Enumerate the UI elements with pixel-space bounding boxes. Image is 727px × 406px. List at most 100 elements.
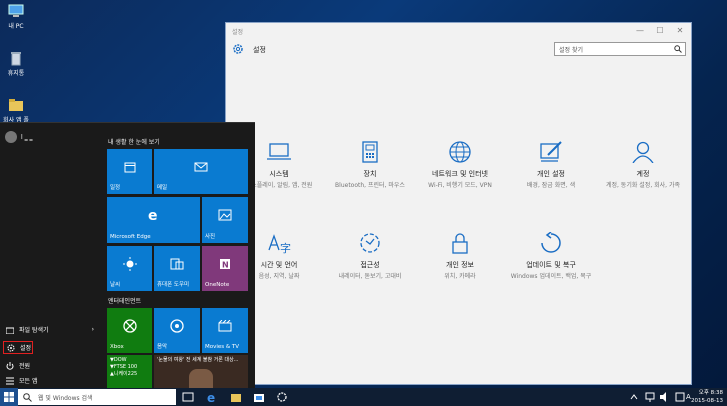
start-power[interactable]: 전원 <box>3 359 98 372</box>
tile-calendar[interactable]: 일정 <box>107 149 152 194</box>
gear-icon <box>233 44 243 54</box>
phone-icon <box>170 258 184 270</box>
computer-icon <box>7 3 25 19</box>
tile-phone-companion[interactable]: 휴대폰 도우미 <box>154 246 200 291</box>
search-placeholder: 설정 찾기 <box>559 47 583 54</box>
taskbar-search-input[interactable]: 웹 및 Windows 검색 <box>18 389 176 405</box>
window-title: 설정 <box>232 29 244 36</box>
category-desc: 계정, 동기화 설정, 회사, 가족 <box>605 182 681 189</box>
settings-category-accounts[interactable]: 계정 계정, 동기화 설정, 회사, 가족 <box>598 141 688 190</box>
tile-news[interactable]: '눈물의 여왕' 전 세계 불참 거론 대상... <box>154 355 248 389</box>
tile-movies-tv[interactable]: Movies & TV <box>202 308 248 353</box>
svg-text:N: N <box>222 261 229 270</box>
tile-label: OneNote <box>205 282 230 288</box>
start-file-explorer[interactable]: 파일 탐색기 › <box>3 323 98 336</box>
page-title: 설정 <box>253 46 266 54</box>
gear-icon <box>7 344 15 351</box>
category-desc: 내레이터, 돋보기, 고대비 <box>338 273 402 280</box>
network-icon[interactable] <box>644 391 656 403</box>
settings-header: 설정 설정 찾기 <box>226 39 691 69</box>
settings-category-ease-of-access[interactable]: 접근성 내레이터, 돋보기, 고대비 <box>325 232 415 281</box>
settings-category-devices[interactable]: 장치 Bluetooth, 프린터, 마우스 <box>325 141 415 190</box>
stock-item: ▲니케이225 <box>110 371 138 377</box>
desktop-icon-recycle-bin[interactable]: 휴지통 <box>2 50 30 77</box>
film-icon <box>218 320 232 332</box>
svg-text:e: e <box>148 208 158 222</box>
start-item-label: 모든 앱 <box>19 378 38 385</box>
task-view-icon[interactable] <box>182 391 194 403</box>
tile-onenote[interactable]: N OneNote <box>202 246 248 291</box>
chevron-up-icon[interactable] <box>628 391 640 403</box>
desktop-icon-label: 휴지통 <box>7 70 25 77</box>
news-photo <box>189 369 213 389</box>
tile-money[interactable]: ▼DOW ▼FTSE 100 ▲니케이225 <box>107 355 152 389</box>
keyboard-device-icon <box>362 141 378 163</box>
start-item-label: 전원 <box>19 363 31 370</box>
windows-logo-icon <box>4 392 14 402</box>
svg-text:e: e <box>207 391 215 403</box>
settings-category-personalization[interactable]: 개인 설정 배경, 잠금 화면, 색 <box>506 141 596 190</box>
globe-icon <box>449 141 471 163</box>
tile-label: Microsoft Edge <box>110 234 151 240</box>
settings-window: 설정 — ☐ ✕ 설정 설정 찾기 시스템 디스플레이, 알림, 앱, 전원 장… <box>225 22 692 385</box>
start-button[interactable] <box>0 388 18 406</box>
mail-icon <box>194 162 208 172</box>
news-headline: '눈물의 여왕' 전 세계 불참 거론 대상... <box>157 357 239 363</box>
close-button[interactable]: ✕ <box>673 25 687 37</box>
settings-category-network[interactable]: 네트워크 및 인터넷 Wi-Fi, 비행기 모드, VPN <box>415 141 505 190</box>
settings-taskbar-icon[interactable] <box>276 391 288 403</box>
power-icon <box>6 361 14 370</box>
time-language-icon: 字 <box>268 234 291 254</box>
category-title: 개인 정보 <box>446 261 474 269</box>
chevron-right-icon: › <box>91 326 94 333</box>
maximize-button[interactable]: ☐ <box>653 25 667 37</box>
xbox-icon <box>122 319 137 333</box>
volume-icon[interactable] <box>659 391 671 403</box>
search-placeholder: 웹 및 Windows 검색 <box>38 395 93 402</box>
start-menu: l ‗ ‗ 파일 탐색기 › 설정 전원 모든 앱 내 생활 한 눈에 보기 일… <box>0 122 255 389</box>
category-desc: Windows 업데이트, 백업, 복구 <box>510 273 592 280</box>
user-name: l ‗ ‗ <box>21 133 33 141</box>
desktop-icon-this-pc[interactable]: 내 PC <box>2 3 30 30</box>
tile-xbox[interactable]: Xbox <box>107 308 152 353</box>
notification-icon[interactable] <box>674 391 686 403</box>
tile-group-header: 내 생활 한 눈에 보기 <box>108 139 160 146</box>
photos-icon <box>218 209 232 221</box>
tile-label: 일정 <box>110 185 121 191</box>
tile-groove-music[interactable]: 음악 <box>154 308 200 353</box>
user-account[interactable]: l ‗ ‗ <box>5 131 32 143</box>
paint-icon <box>540 141 562 162</box>
sun-icon <box>122 257 137 271</box>
person-icon <box>632 141 654 163</box>
tile-label: 휴대폰 도우미 <box>157 282 190 288</box>
start-settings[interactable]: 설정 <box>3 341 33 354</box>
edge-taskbar-icon[interactable]: e <box>206 391 218 403</box>
minimize-button[interactable]: — <box>633 25 647 37</box>
file-explorer-icon[interactable] <box>230 391 242 403</box>
tile-photos[interactable]: 사진 <box>202 197 248 243</box>
category-desc: 배경, 잠금 화면, 색 <box>526 182 576 189</box>
calendar-icon <box>124 162 135 173</box>
clock-time: 오후 8:38 <box>698 390 723 396</box>
tile-edge[interactable]: e Microsoft Edge <box>107 197 200 243</box>
lock-icon <box>452 233 468 254</box>
tile-weather[interactable]: 날씨 <box>107 246 152 291</box>
ease-of-access-icon <box>360 233 380 253</box>
clock[interactable]: 오후 8:38 2015-08-13 <box>691 389 723 405</box>
desktop-icon-label: 내 PC <box>8 23 24 30</box>
clock-date: 2015-08-13 <box>691 398 723 404</box>
settings-category-update-recovery[interactable]: 업데이트 및 복구 Windows 업데이트, 백업, 복구 <box>506 232 596 281</box>
svg-text:字: 字 <box>280 241 291 254</box>
category-title: 장치 <box>363 170 377 178</box>
category-title: 개인 설정 <box>537 170 565 178</box>
settings-search-input[interactable]: 설정 찾기 <box>554 42 686 56</box>
store-icon[interactable] <box>253 391 265 403</box>
settings-category-privacy[interactable]: 개인 정보 위치, 카메라 <box>415 232 505 281</box>
taskbar: 웹 및 Windows 검색 e A 오후 8:38 2015-08-13 <box>0 388 727 406</box>
onenote-icon: N <box>220 259 230 270</box>
tile-mail[interactable]: 메일 <box>154 149 248 194</box>
start-all-apps[interactable]: 모든 앱 <box>3 374 98 387</box>
tile-label: Movies & TV <box>205 344 240 350</box>
list-icon <box>6 377 14 384</box>
tile-label: 사진 <box>205 234 216 240</box>
